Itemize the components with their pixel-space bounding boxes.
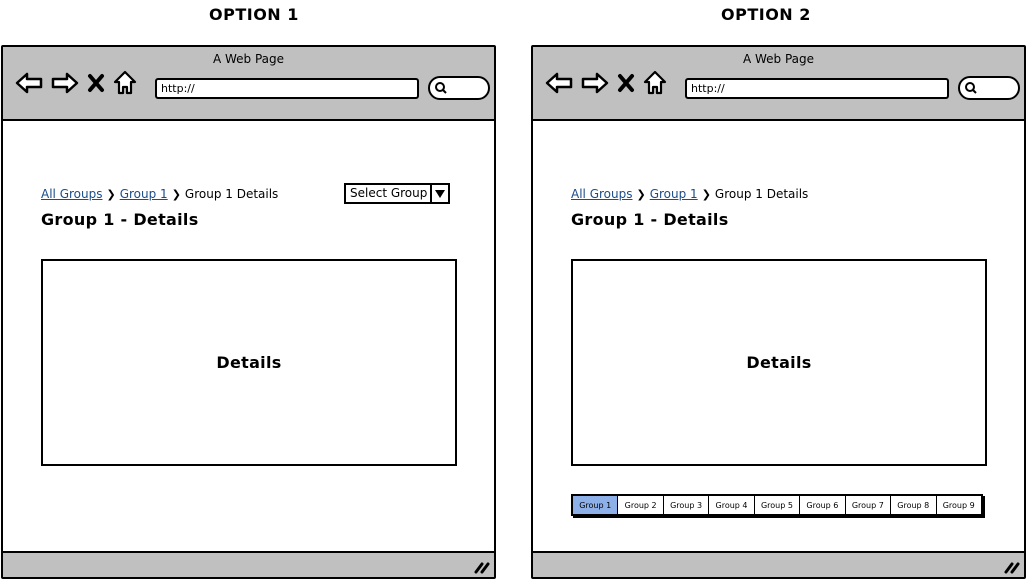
- tab-group-9[interactable]: Group 9: [937, 496, 981, 514]
- back-arrow-icon[interactable]: [545, 71, 573, 99]
- tab-group-2[interactable]: Group 2: [618, 496, 664, 514]
- breadcrumb-current: Group 1 Details: [714, 187, 809, 201]
- breadcrumb-all-groups[interactable]: All Groups: [571, 187, 632, 201]
- option-1-heading: OPTION 1: [209, 5, 299, 24]
- breadcrumb-current: Group 1 Details: [184, 187, 279, 201]
- details-panel: Details: [571, 259, 987, 466]
- home-icon[interactable]: [113, 70, 137, 100]
- home-icon[interactable]: [643, 70, 667, 100]
- window-title: A Web Page: [742, 52, 815, 66]
- forward-arrow-icon[interactable]: [51, 71, 79, 99]
- tab-group-5[interactable]: Group 5: [755, 496, 801, 514]
- page-title: Group 1 - Details: [571, 210, 729, 229]
- window-title: A Web Page: [212, 52, 285, 66]
- details-label: Details: [746, 353, 812, 372]
- url-input[interactable]: http://: [685, 78, 949, 99]
- browser-toolbar: A Web Page http://: [533, 47, 1024, 121]
- tab-group-4[interactable]: Group 4: [709, 496, 755, 514]
- tab-group-1[interactable]: Group 1: [573, 496, 619, 514]
- close-x-icon[interactable]: [87, 73, 105, 97]
- status-bar: [3, 551, 494, 577]
- chevron-right-icon: ❯: [701, 187, 711, 201]
- breadcrumb-group-1[interactable]: Group 1: [120, 187, 168, 201]
- url-input[interactable]: http://: [155, 78, 419, 99]
- chevron-down-icon[interactable]: [432, 185, 448, 202]
- tab-group-6[interactable]: Group 6: [800, 496, 846, 514]
- tab-group-8[interactable]: Group 8: [891, 496, 937, 514]
- tab-group-3[interactable]: Group 3: [664, 496, 710, 514]
- chevron-right-icon: ❯: [106, 187, 116, 201]
- group-tab-bar: Group 1 Group 2 Group 3 Group 4 Group 5 …: [571, 494, 983, 516]
- select-group-dropdown[interactable]: Select Group: [344, 183, 450, 204]
- chevron-right-icon: ❯: [636, 187, 646, 201]
- browser-window-option-2: A Web Page http:// All Groups ❯ Group 1 …: [531, 45, 1026, 579]
- status-bar: [533, 551, 1024, 577]
- breadcrumb: All Groups ❯ Group 1 ❯ Group 1 Details: [571, 187, 808, 201]
- browser-window-option-1: A Web Page http:// All Groups ❯ Group 1 …: [1, 45, 496, 579]
- option-2-heading: OPTION 2: [721, 5, 811, 24]
- resize-grip-icon[interactable]: [1004, 560, 1020, 574]
- search-input[interactable]: [428, 76, 490, 100]
- tab-group-7[interactable]: Group 7: [846, 496, 892, 514]
- search-icon: [435, 82, 447, 94]
- search-icon: [965, 82, 977, 94]
- search-input[interactable]: [958, 76, 1020, 100]
- select-group-label: Select Group: [346, 185, 432, 202]
- breadcrumb-all-groups[interactable]: All Groups: [41, 187, 102, 201]
- details-label: Details: [216, 353, 282, 372]
- breadcrumb: All Groups ❯ Group 1 ❯ Group 1 Details: [41, 187, 278, 201]
- back-arrow-icon[interactable]: [15, 71, 43, 99]
- close-x-icon[interactable]: [617, 73, 635, 97]
- resize-grip-icon[interactable]: [474, 560, 490, 574]
- breadcrumb-group-1[interactable]: Group 1: [650, 187, 698, 201]
- chevron-right-icon: ❯: [171, 187, 181, 201]
- details-panel: Details: [41, 259, 457, 466]
- browser-toolbar: A Web Page http://: [3, 47, 494, 121]
- forward-arrow-icon[interactable]: [581, 71, 609, 99]
- page-title: Group 1 - Details: [41, 210, 199, 229]
